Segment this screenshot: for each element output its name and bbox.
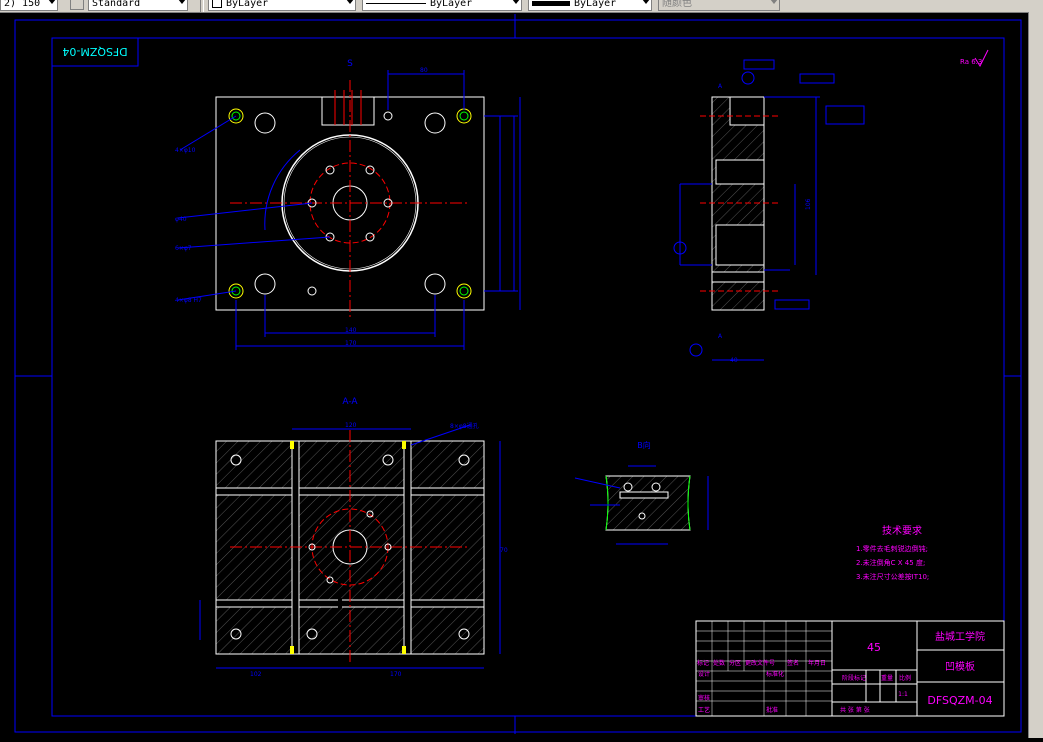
side-view: A A 40 106 bbox=[673, 59, 865, 364]
svg-text:6×φ7: 6×φ7 bbox=[175, 245, 192, 252]
tb-design: 设计 bbox=[698, 670, 710, 678]
svg-text:102: 102 bbox=[250, 671, 262, 678]
tb-header-sign: 签名 bbox=[787, 659, 799, 667]
chevron-down-icon bbox=[512, 0, 520, 4]
tech-req-title: 技术要求 bbox=[882, 524, 922, 537]
tb-header-zone: 分区 bbox=[729, 659, 741, 667]
text-style-combo[interactable]: Standard bbox=[88, 0, 188, 11]
toolbar-separator bbox=[200, 0, 204, 12]
tb-header-date: 年月日 bbox=[808, 659, 826, 667]
scale-value: 2) 150 bbox=[4, 0, 41, 9]
tb-scale-label: 比例 bbox=[899, 674, 911, 682]
section-a-a: A-A 120102 170 708×φ8通孔 bbox=[199, 397, 508, 678]
tb-part-name: 凹模板 bbox=[945, 660, 975, 673]
linetype-combo[interactable]: ByLayer bbox=[362, 0, 522, 11]
tb-material: 45 bbox=[867, 641, 881, 654]
plotstyle-value: 随颜色 bbox=[662, 0, 692, 9]
drawing-frame bbox=[14, 14, 1022, 734]
title-block: 标记 处数 分区 更改文件号 签名 年月日 设计 标准化 审核 工艺 批准 阶段… bbox=[695, 620, 1005, 717]
svg-text:40: 40 bbox=[730, 357, 738, 364]
mirrored-number-box: DFSQZM-04 bbox=[51, 37, 139, 67]
chevron-down-icon bbox=[642, 0, 650, 4]
tb-stage-mark: 阶段标记 bbox=[842, 674, 866, 682]
section-label: A-A bbox=[342, 397, 358, 407]
chevron-down-icon bbox=[48, 0, 56, 4]
tech-req-line-3: 3.未注尺寸公差按IT10; bbox=[856, 572, 929, 581]
color-value: ByLayer bbox=[226, 0, 269, 9]
tb-header-change-doc: 更改文件号 bbox=[745, 659, 775, 667]
chevron-down-icon bbox=[346, 0, 354, 4]
view-s-label: S bbox=[347, 59, 353, 69]
svg-text:70: 70 bbox=[500, 547, 508, 554]
tb-approve: 批准 bbox=[766, 706, 778, 714]
svg-text:A: A bbox=[718, 83, 723, 90]
view-b-outline bbox=[605, 475, 691, 531]
linetype-preview-icon bbox=[366, 2, 426, 4]
vertical-scrollbar[interactable] bbox=[1028, 12, 1043, 738]
tb-scale: 1:1 bbox=[898, 691, 908, 698]
tb-process: 工艺 bbox=[698, 706, 710, 714]
tb-header-count: 处数 bbox=[713, 659, 725, 667]
svg-text:106: 106 bbox=[805, 198, 812, 210]
tb-drawing-number: DFSQZM-04 bbox=[927, 694, 992, 707]
tb-review: 审核 bbox=[698, 694, 710, 702]
mirrored-drawing-number: DFSQZM-04 bbox=[62, 45, 127, 58]
scale-combo[interactable]: 2) 150 bbox=[0, 0, 58, 11]
chevron-down-icon bbox=[770, 0, 778, 4]
linetype-value: ByLayer bbox=[430, 0, 473, 9]
tb-sheets: 共 张 第 张 bbox=[840, 706, 870, 714]
svg-text:4×φ8 H7: 4×φ8 H7 bbox=[175, 297, 202, 304]
color-combo[interactable]: ByLayer bbox=[208, 0, 356, 11]
roughness-symbol: Ra 6.3 bbox=[960, 49, 989, 68]
plotstyle-combo[interactable]: 随颜色 bbox=[658, 0, 780, 11]
tech-req-line-2: 2.未注倒角C X 45 度; bbox=[856, 558, 925, 567]
drawing-canvas[interactable]: DFSQZM-04 Ra 6.3 S 140 170 80 4×φ10 φ40 … bbox=[0, 12, 1043, 738]
tb-standard: 标准化 bbox=[766, 670, 784, 678]
view-b: B向 bbox=[574, 440, 709, 545]
drawing-svg: DFSQZM-04 Ra 6.3 S 14017080 4×φ10φ406×φ7… bbox=[14, 14, 1022, 734]
tb-header-mark: 标记 bbox=[697, 659, 709, 667]
tb-weight: 重量 bbox=[881, 674, 893, 682]
chevron-down-icon bbox=[178, 0, 186, 4]
lineweight-preview-icon bbox=[532, 0, 570, 6]
tech-req-line-1: 1.零件去毛刺锐边倒钝; bbox=[856, 544, 928, 553]
top-view-slot bbox=[321, 96, 375, 126]
svg-text:170: 170 bbox=[345, 340, 357, 347]
svg-text:170: 170 bbox=[390, 671, 402, 678]
svg-text:8×φ8通孔: 8×φ8通孔 bbox=[450, 422, 479, 430]
top-view: S 14017080 4×φ10φ406×φ74×φ8 H7 bbox=[175, 59, 521, 350]
svg-text:120: 120 bbox=[345, 422, 357, 429]
svg-text:80: 80 bbox=[420, 67, 428, 74]
lineweight-value: ByLayer bbox=[574, 0, 617, 9]
text-style-icon[interactable] bbox=[70, 0, 84, 10]
technical-requirements: 技术要求 1.零件去毛刺锐边倒钝; 2.未注倒角C X 45 度; 3.未注尺寸… bbox=[856, 524, 929, 581]
tb-school: 盐城工学院 bbox=[935, 630, 985, 643]
view-b-label: B向 bbox=[637, 440, 651, 450]
text-style-value: Standard bbox=[92, 0, 141, 9]
color-swatch-icon bbox=[212, 0, 222, 8]
svg-text:A: A bbox=[718, 333, 723, 340]
svg-text:140: 140 bbox=[345, 327, 357, 334]
lineweight-combo[interactable]: ByLayer bbox=[528, 0, 652, 11]
svg-text:4×φ10: 4×φ10 bbox=[175, 147, 196, 154]
svg-text:φ40: φ40 bbox=[175, 216, 187, 223]
